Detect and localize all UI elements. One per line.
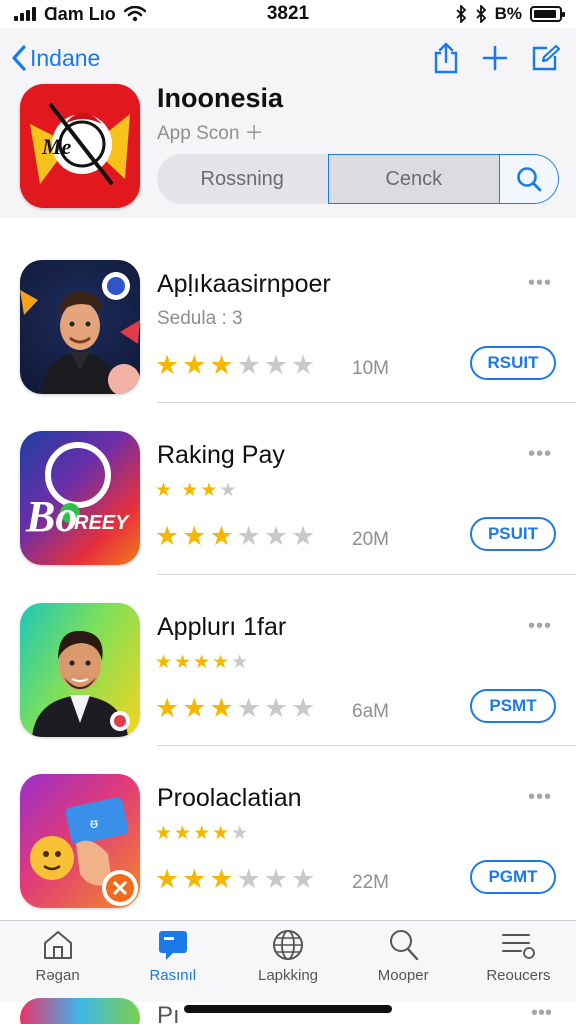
app-size: 10M [352, 358, 389, 379]
app-icon[interactable]: Bo REEY [20, 431, 140, 565]
svg-text:ᵿ: ᵿ [90, 815, 98, 831]
featured-app-icon-text: Me [41, 134, 72, 159]
page-subtitle: App Scon ＋ [157, 123, 264, 144]
star-rating-small: ★ ★★★ [155, 479, 238, 502]
app-name: Pı [157, 1002, 180, 1024]
app-name: Apḷıkaasirnpoer [157, 270, 331, 298]
star-icon: ★★★ [155, 521, 237, 551]
app-icon[interactable] [20, 260, 140, 394]
star-rating: ★★★★★★ [155, 864, 318, 895]
segment-option-1[interactable]: Rossning [157, 154, 328, 204]
status-bar: Ɑam Lıo 3821 B% [0, 0, 576, 28]
battery-fill [534, 10, 556, 18]
more-options-icon[interactable]: ••• [528, 615, 552, 638]
star-icon: ★ [231, 652, 251, 673]
app-name: Applurı 1far [157, 613, 287, 641]
search-icon [390, 930, 419, 961]
app-subtitle: Sedula : 3 [157, 308, 243, 329]
segmented-control: Rossning Cenck [157, 154, 559, 204]
list-item[interactable]: Apḷıkaasirnpoer Sedula : 3 ★★★★★★ 10M ••… [0, 232, 576, 403]
list-item[interactable]: Applurı 1far ★★★★★ ★★★★★★ 6aM ••• PSMT [0, 575, 576, 746]
app-size: 22M [352, 872, 389, 893]
app-size: 20M [352, 529, 389, 550]
star-icon: ★★★ [236, 864, 319, 894]
featured-app-icon[interactable]: Me [20, 84, 140, 208]
tab-label: Rəgan [35, 967, 80, 984]
nav-bar: Indane [0, 38, 576, 78]
star-icon: ★★★ [155, 864, 237, 894]
search-button[interactable] [499, 154, 559, 204]
tab-label: Mooper [377, 967, 429, 984]
app-size: 6aM [352, 701, 389, 722]
wifi-icon [123, 6, 146, 22]
updates-icon [502, 934, 536, 959]
more-options-icon[interactable]: ••• [531, 1002, 552, 1024]
star-rating-small: ★★★★★ [155, 822, 250, 845]
header-area: Indane Me Inoonesia App Scon ＋ Rossning … [0, 28, 576, 218]
svg-text:Bo: Bo [25, 492, 77, 541]
app-icon[interactable] [20, 603, 140, 737]
back-button[interactable]: Indane [10, 44, 100, 72]
star-icon: ★ [219, 480, 239, 501]
svg-text:REEY: REEY [74, 512, 130, 534]
get-button[interactable]: PSUIT [470, 517, 556, 551]
more-options-icon[interactable]: ••• [528, 272, 552, 295]
app-list: Apḷıkaasirnpoer Sedula : 3 ★★★★★★ 10M ••… [0, 232, 576, 917]
star-icon: ★★★ [236, 693, 319, 723]
tab-label: Lapkking [257, 967, 319, 984]
status-left: Ɑam Lıo [14, 4, 146, 25]
get-button[interactable]: PSMT [470, 689, 556, 723]
app-icon[interactable] [20, 998, 140, 1024]
search-icon [517, 167, 542, 192]
page-title: Inoonesia [157, 83, 284, 113]
star-icon: ★★★ [236, 350, 319, 380]
carrier-label: Ɑam Lıo [44, 3, 116, 24]
back-label: Indane [30, 44, 101, 71]
battery-icon [530, 6, 565, 22]
share-icon[interactable] [432, 42, 460, 74]
segment-option-2[interactable]: Cenck [327, 154, 499, 204]
star-icon: ★ ★★ [155, 480, 220, 501]
tab-label: Rasınıl [149, 967, 197, 984]
home-indicator[interactable] [184, 1005, 392, 1013]
home-icon [43, 931, 72, 959]
battery-percent: B% [494, 4, 522, 23]
app-name: Proolaclatian [157, 784, 302, 812]
plus-icon[interactable] [482, 45, 508, 71]
star-rating-small: ★★★★★ [155, 651, 250, 674]
more-options-icon[interactable]: ••• [528, 786, 552, 809]
star-rating: ★★★★★★ [155, 521, 318, 552]
globe-icon [273, 930, 303, 960]
get-button[interactable]: RSUIT [470, 346, 556, 380]
nav-actions [432, 42, 560, 74]
app-name: Raking Pay [157, 441, 285, 469]
star-icon: ★★★ [236, 521, 319, 551]
star-icon: ★★★ [155, 350, 237, 380]
get-button[interactable]: PGMT [470, 860, 556, 894]
app-icon[interactable]: ᵿ [20, 774, 140, 908]
bluetooth-icon [455, 5, 466, 23]
more-options-icon[interactable]: ••• [528, 443, 552, 466]
signal-icon [14, 7, 36, 21]
compose-icon[interactable] [530, 44, 560, 72]
status-right: B% [455, 4, 565, 24]
list-item[interactable]: ᵿ Proolaclatian ★★★★★ ★★★★★★ 22M ••• PGM… [0, 746, 576, 917]
star-icon: ★ [231, 823, 251, 844]
chevron-left-icon [12, 45, 26, 71]
star-icon: ★★★★ [155, 652, 232, 673]
tab-label: Reoucers [486, 967, 551, 984]
list-item[interactable]: Bo REEY Raking Pay ★ ★★★ ★★★★★★ 20M ••• … [0, 403, 576, 575]
star-icon: ★★★★ [155, 823, 232, 844]
featured-icon [158, 931, 187, 960]
bluetooth-icon [475, 5, 486, 23]
star-rating: ★★★★★★ [155, 693, 318, 724]
star-rating: ★★★★★★ [155, 350, 318, 381]
star-icon: ★★★ [155, 693, 237, 723]
